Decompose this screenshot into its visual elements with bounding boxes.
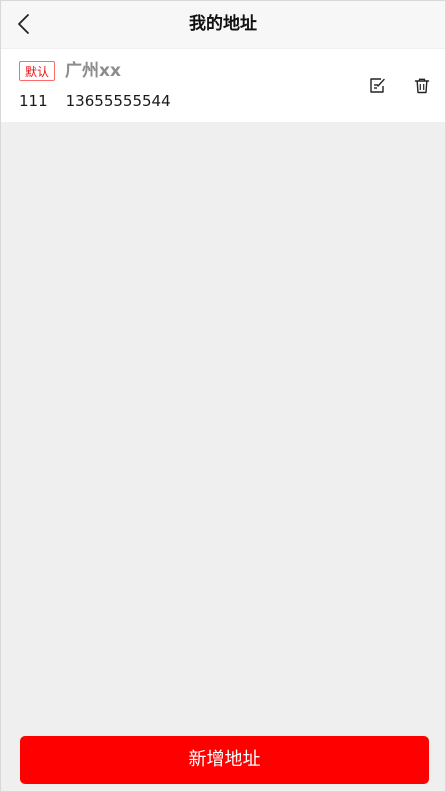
add-address-button[interactable]: 新增地址: [20, 736, 429, 784]
address-text: 广州xx: [65, 61, 121, 81]
delete-button[interactable]: [413, 77, 431, 95]
default-badge: 默认: [19, 61, 56, 81]
contact-line: 111 13655555544: [19, 91, 171, 111]
page-title: 我的地址: [189, 14, 257, 34]
trash-icon: [414, 78, 430, 94]
edit-button[interactable]: [368, 77, 386, 95]
edit-icon: [370, 78, 385, 93]
contact-name: 111: [19, 92, 48, 110]
contact-phone: 13655555544: [65, 92, 171, 110]
address-card[interactable]: 默认 广州xx 111 13655555544: [1, 49, 445, 122]
header-bar: 我的地址: [0, 0, 446, 48]
